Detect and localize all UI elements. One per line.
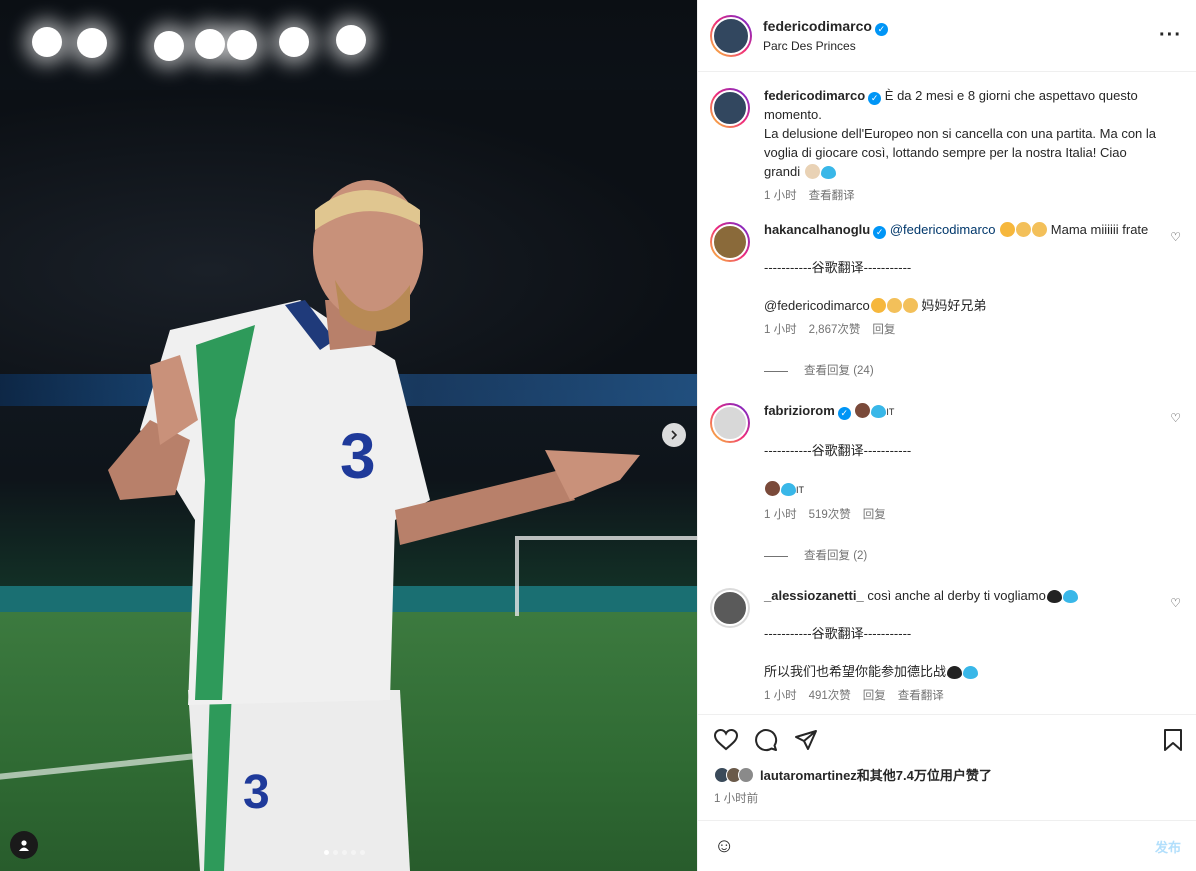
svg-text:3: 3 — [243, 766, 270, 819]
man-emoji-icon — [765, 481, 780, 496]
blue-heart-emoji-icon — [1062, 590, 1078, 603]
translation-divider: -----------谷歌翻译----------- — [764, 443, 912, 458]
verified-badge-icon: ✓ — [868, 92, 882, 105]
next-photo-button[interactable] — [662, 423, 686, 447]
comment-likes[interactable]: 519次赞 — [809, 509, 851, 521]
clap-emoji-icon — [1016, 222, 1032, 237]
player-figure: 3 3 — [108, 180, 640, 871]
carousel-dot — [333, 850, 338, 855]
comment-username[interactable]: fabriziorom — [764, 403, 835, 418]
carousel-dot — [360, 850, 365, 855]
carousel-dot — [324, 850, 329, 855]
post-panel: federicodimarco ✓ Parc Des Princes ··· fe… — [697, 0, 1196, 871]
like-heart-icon[interactable] — [714, 729, 738, 751]
user-icon — [19, 840, 29, 851]
comment-text: Mama miiiiii frate — [1050, 222, 1149, 237]
man-emoji-icon — [855, 403, 871, 418]
author-avatar[interactable] — [710, 88, 750, 128]
commenter-avatar[interactable] — [710, 403, 750, 443]
reply-button[interactable]: 回复 — [863, 690, 886, 702]
carousel-dots — [324, 850, 365, 855]
comment-item: _alessiozanetti_ così anche al derby ti … — [710, 586, 1181, 706]
clap-emoji-icon — [886, 298, 902, 313]
save-bookmark-icon[interactable] — [1163, 729, 1183, 751]
view-replies-label: 查看回复 (24) — [804, 365, 874, 377]
blue-heart-emoji-icon — [820, 166, 836, 179]
translate-link[interactable]: 查看翻译 — [809, 190, 855, 202]
verified-badge-icon: ✓ — [873, 226, 887, 239]
comment-item: fabriziorom ✓ IT -----------谷歌翻译---------… — [710, 401, 1181, 572]
carousel-dot — [351, 850, 356, 855]
post-actions: lautaromartinez和其他7.4万位用户赞了 1 小时前 — [698, 714, 1196, 806]
share-send-icon[interactable] — [794, 729, 818, 751]
clap-emoji-icon — [1032, 222, 1048, 237]
add-comment-bar: ☺ 发布 — [698, 820, 1196, 871]
comment-time: 1 小时 — [764, 324, 797, 336]
post-header: federicodimarco ✓ Parc Des Princes ··· — [698, 0, 1196, 72]
caption-username[interactable]: federicodimarco — [764, 88, 865, 103]
caption: federicodimarco ✓ È da 2 mesi e 8 giorni … — [710, 86, 1181, 206]
comment-likes[interactable]: 491次赞 — [809, 690, 851, 702]
chevron-right-icon — [671, 430, 678, 440]
liked-by-text: lautaromartinez和其他7.4万位用户赞了 — [760, 768, 992, 783]
comment-item: hakancalhanoglu ✓ @federicodimarco Mama m… — [710, 220, 1181, 387]
svg-text:3: 3 — [340, 420, 376, 492]
like-comment-heart-icon[interactable]: ♡ — [1170, 596, 1181, 610]
comment-time: 1 小时 — [764, 509, 797, 521]
carousel-dot — [342, 850, 347, 855]
blue-heart-emoji-icon — [871, 405, 887, 418]
reply-button[interactable]: 回复 — [872, 324, 895, 336]
tagged-users-button[interactable] — [10, 831, 38, 859]
verified-badge-icon: ✓ — [874, 23, 888, 36]
post-location[interactable]: Parc Des Princes — [763, 39, 1159, 53]
more-horizontal-icon[interactable]: ··· — [1159, 24, 1182, 47]
black-heart-emoji-icon — [947, 666, 963, 679]
translate-link[interactable]: 查看翻译 — [898, 690, 944, 702]
comments-list[interactable]: federicodimarco ✓ È da 2 mesi e 8 giorni … — [698, 72, 1196, 714]
commenter-avatar[interactable] — [710, 222, 750, 262]
translation-text: IT — [796, 485, 804, 495]
like-comment-heart-icon[interactable]: ♡ — [1170, 411, 1181, 425]
comment-text: IT — [886, 407, 895, 417]
post-time: 1 小时前 — [714, 793, 759, 805]
view-replies-button[interactable]: 查看回复 (2) — [764, 547, 1161, 566]
view-replies-button[interactable]: 查看回复 (24) — [764, 362, 1161, 381]
translation-divider: -----------谷歌翻译----------- — [764, 626, 912, 641]
blue-heart-emoji-icon — [781, 483, 796, 496]
comment-text: così anche al derby ti vogliamo — [867, 588, 1046, 603]
post-photo[interactable]: 3 3 — [0, 0, 697, 871]
comment-username[interactable]: hakancalhanoglu — [764, 222, 870, 237]
comment-mention[interactable]: @federicodimarco — [890, 222, 996, 237]
translation-mention: @federicodimarco — [764, 298, 870, 313]
author-username[interactable]: federicodimarco — [763, 18, 872, 34]
black-heart-emoji-icon — [1046, 590, 1062, 603]
author-avatar[interactable] — [710, 14, 752, 57]
clap-emoji-icon — [902, 298, 918, 313]
comment-likes[interactable]: 2,867次赞 — [809, 324, 861, 336]
liker-avatar — [738, 766, 754, 783]
comment-time: 1 小时 — [764, 690, 797, 702]
like-comment-heart-icon[interactable]: ♡ — [1170, 230, 1181, 244]
post-comment-button[interactable]: 发布 — [1155, 837, 1181, 856]
reply-button[interactable]: 回复 — [863, 509, 886, 521]
waving-hand-emoji-icon — [804, 164, 820, 179]
caption-time: 1 小时 — [764, 190, 797, 202]
blue-heart-emoji-icon — [963, 666, 979, 679]
commenter-avatar[interactable] — [710, 588, 750, 628]
star-eyes-emoji-icon — [1000, 222, 1016, 237]
translation-text: 所以我们也希望你能参加德比战 — [764, 664, 947, 679]
star-eyes-emoji-icon — [870, 298, 886, 313]
translation-text: 妈妈好兄弟 — [921, 298, 987, 313]
view-replies-label: 查看回复 (2) — [804, 550, 868, 562]
comment-username[interactable]: _alessiozanetti_ — [764, 588, 864, 603]
comment-icon[interactable] — [754, 728, 778, 752]
comment-input[interactable] — [746, 838, 1155, 854]
emoji-picker-icon[interactable]: ☺ — [714, 835, 734, 858]
translation-divider: -----------谷歌翻译----------- — [764, 260, 912, 275]
verified-badge-icon: ✓ — [837, 407, 851, 420]
liked-by[interactable]: lautaromartinez和其他7.4万位用户赞了 — [714, 765, 1183, 784]
